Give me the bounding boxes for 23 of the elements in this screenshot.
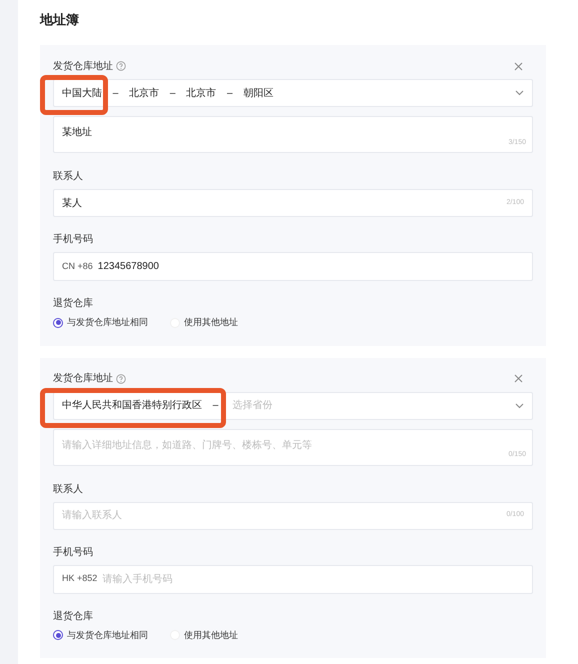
phone-input[interactable]: CN +86 12345678900 bbox=[53, 252, 533, 281]
radio-option[interactable]: 与发货仓库地址相同 bbox=[53, 316, 148, 330]
region-select[interactable]: 中华人民共和国香港特别行政区 – 选择省份 bbox=[53, 392, 533, 420]
help-icon bbox=[116, 61, 126, 71]
close-icon[interactable] bbox=[514, 374, 523, 383]
chevron-down-icon bbox=[515, 402, 524, 408]
chevron-down-icon bbox=[515, 90, 524, 96]
close-icon[interactable] bbox=[514, 62, 523, 70]
field-label: 退货仓库 bbox=[53, 610, 94, 622]
field-label: 手机号码 bbox=[53, 232, 94, 246]
field-label: 联系人 bbox=[53, 482, 84, 496]
radio-option[interactable]: 使用其他地址 bbox=[170, 316, 238, 330]
radio-option[interactable]: 与发货仓库地址相同 bbox=[53, 628, 148, 642]
radio-option[interactable]: 使用其他地址 bbox=[170, 628, 238, 642]
phone-input[interactable]: HK +852 请输入手机号码 bbox=[53, 564, 533, 594]
region-select[interactable]: 中国大陆 – 北京市 – 北京市 – 朝阳区 bbox=[53, 79, 533, 107]
field-label: 手机号码 bbox=[53, 546, 94, 558]
field-label: 发货仓库地址 bbox=[53, 60, 113, 74]
field-label: 联系人 bbox=[53, 170, 84, 183]
field-label: 退货仓库 bbox=[53, 296, 94, 310]
help-icon bbox=[116, 374, 126, 384]
section-title: 地址簿 bbox=[40, 11, 80, 29]
field-label: 发货仓库地址 bbox=[53, 372, 113, 386]
